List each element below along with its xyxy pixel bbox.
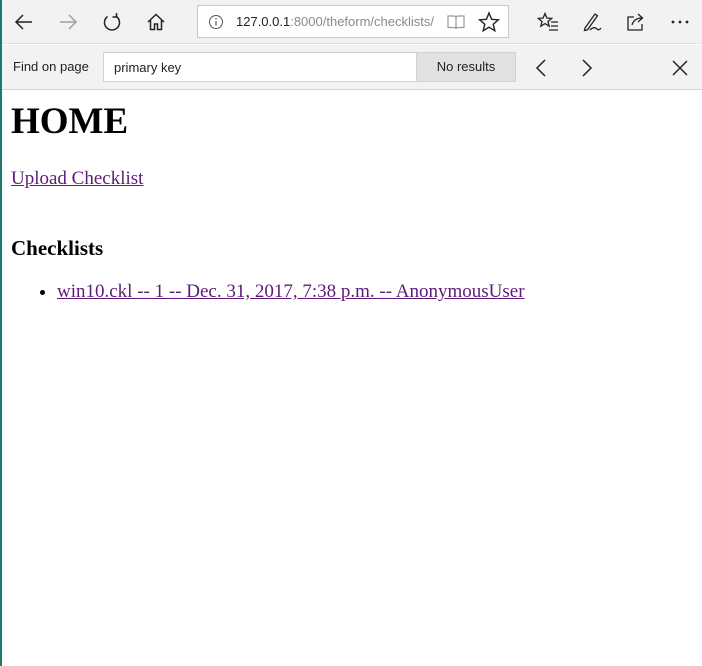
pen-icon (583, 13, 602, 32)
chevron-right-icon (582, 59, 593, 77)
more-button[interactable] (664, 6, 696, 38)
checklist-list: win10.ckl -- 1 -- Dec. 31, 2017, 7:38 p.… (11, 281, 692, 303)
find-next-button[interactable] (571, 53, 601, 83)
star-icon[interactable] (478, 11, 500, 33)
home-icon (147, 13, 165, 31)
checklist-link[interactable]: win10.ckl -- 1 -- Dec. 31, 2017, 7:38 p.… (57, 281, 525, 302)
browser-toolbar: 127.0.0.1:8000/theform/checklists/ (2, 0, 702, 44)
address-path: :8000/theform/checklists/ (290, 14, 435, 29)
close-icon (672, 60, 688, 76)
share-button[interactable] (620, 6, 652, 38)
page-title: HOME (11, 101, 129, 142)
checklists-heading: Checklists (11, 236, 104, 260)
chevron-left-icon (535, 59, 546, 77)
more-icon (671, 20, 689, 24)
home-button[interactable] (140, 6, 172, 38)
find-status: No results (417, 52, 516, 82)
address-url[interactable]: 127.0.0.1:8000/theform/checklists/ (236, 14, 434, 29)
reading-view-icon[interactable] (446, 12, 466, 32)
address-host: 127.0.0.1 (236, 14, 291, 29)
find-label: Find on page (13, 59, 89, 74)
info-icon[interactable] (208, 14, 224, 30)
find-close-button[interactable] (665, 53, 695, 83)
upload-checklist-link[interactable]: Upload Checklist (11, 168, 143, 190)
favorites-hub-button[interactable] (532, 6, 564, 38)
share-icon (627, 13, 644, 31)
find-input[interactable] (103, 52, 417, 82)
favorites-list-icon (537, 11, 558, 31)
notes-button[interactable] (576, 6, 608, 38)
find-previous-button[interactable] (527, 53, 557, 83)
refresh-button[interactable] (96, 6, 128, 38)
forward-button[interactable] (52, 6, 84, 38)
list-item: win10.ckl -- 1 -- Dec. 31, 2017, 7:38 p.… (57, 281, 692, 303)
back-button[interactable] (8, 6, 40, 38)
find-on-page-bar: Find on page No results (2, 45, 702, 90)
window-edge (0, 0, 2, 666)
back-arrow-icon (14, 14, 32, 30)
refresh-icon (103, 13, 121, 31)
forward-arrow-icon (60, 14, 78, 30)
page-content: HOME Upload Checklist Checklists win10.c… (11, 90, 692, 303)
address-bar[interactable]: 127.0.0.1:8000/theform/checklists/ (197, 5, 509, 38)
